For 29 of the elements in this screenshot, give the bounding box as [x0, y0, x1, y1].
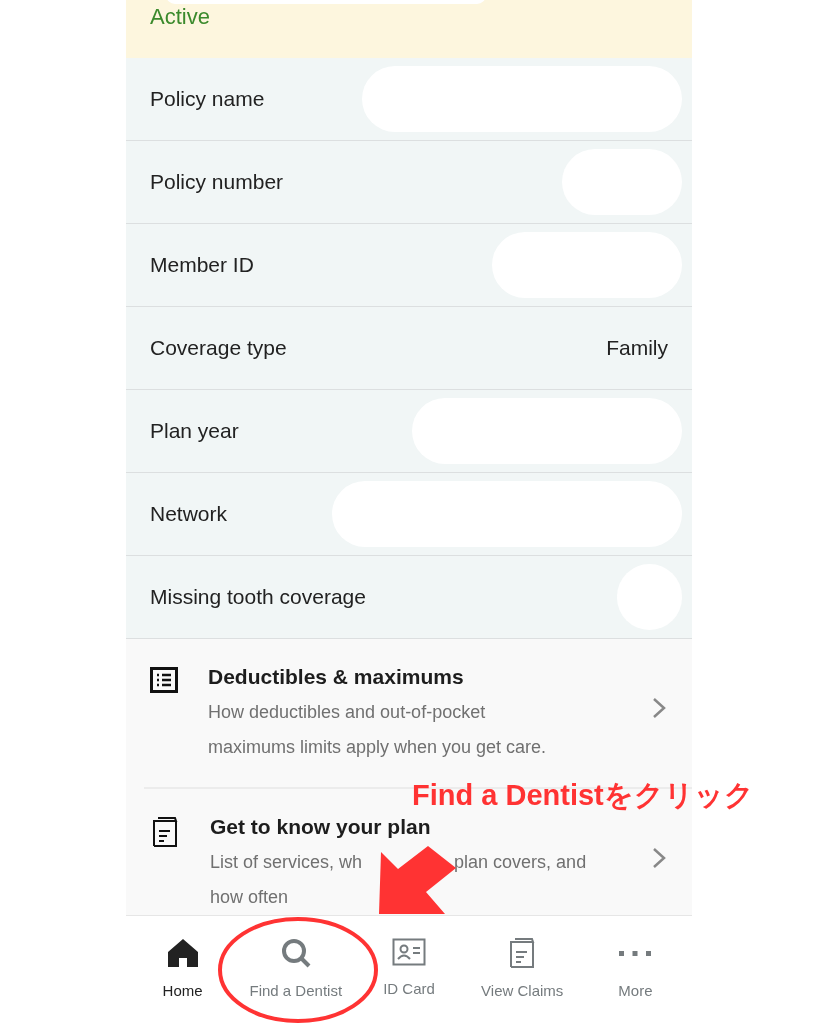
link-description: How deductibles and out-of-pocket: [208, 702, 486, 723]
link-description: how often: [210, 887, 289, 908]
search-icon: [280, 938, 311, 968]
detail-label: Missing tooth coverage: [150, 585, 366, 609]
tab-item[interactable]: More: [578, 916, 692, 1024]
document-icon: [150, 817, 180, 847]
detail-label: Member ID: [150, 253, 254, 277]
list-icon: [150, 667, 178, 693]
annotation-text: Find a Dentistをクリック: [412, 778, 754, 813]
link-description: maximums limits apply when you get care.: [208, 737, 547, 758]
tab-item[interactable]: Home: [126, 916, 240, 1024]
detail-label: Plan year: [150, 419, 239, 443]
detail-label: Coverage type: [150, 336, 287, 360]
link-description: List of services, wh: [210, 852, 363, 873]
detail-value: Family: [606, 336, 668, 360]
id-card-icon: [392, 938, 426, 966]
status-text: Active: [150, 4, 210, 30]
detail-label: Policy name: [150, 87, 265, 111]
link-title: Get to know your plan: [210, 815, 432, 839]
chevron-right-icon: [652, 847, 666, 869]
more-icon: [619, 951, 652, 956]
home-icon: [166, 938, 199, 968]
detail-label: Policy number: [150, 170, 284, 194]
detail-label: Network: [150, 502, 228, 526]
link-title: Deductibles & maximums: [208, 665, 465, 689]
tab-item[interactable]: View Claims: [465, 916, 579, 1024]
link-description: plan covers, and: [454, 852, 587, 873]
chevron-right-icon: [652, 697, 666, 719]
tab-item[interactable]: ID Card: [352, 916, 466, 1024]
